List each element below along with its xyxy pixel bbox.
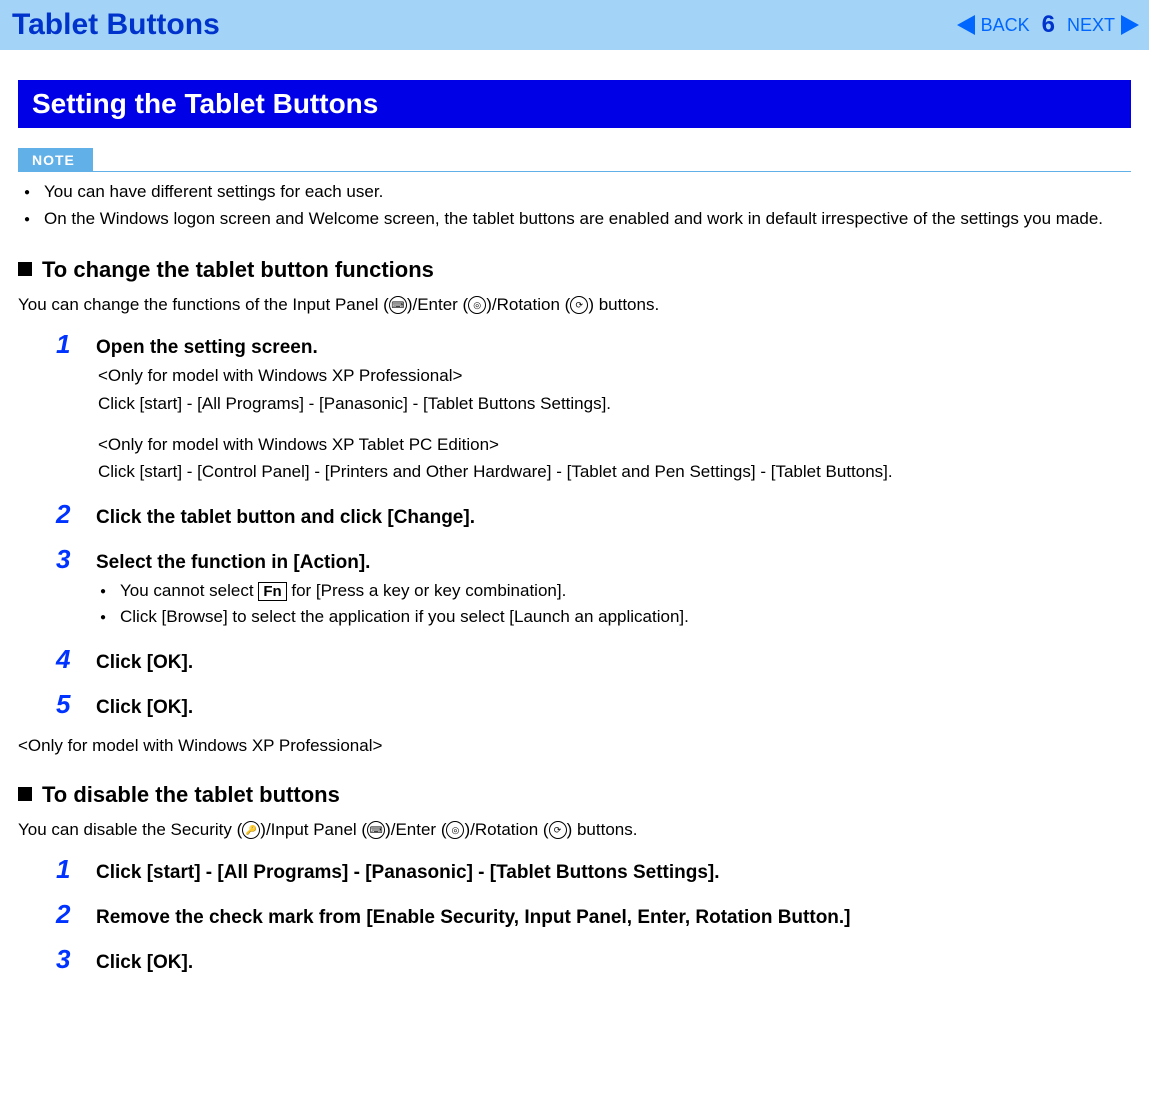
text: You cannot select — [120, 581, 258, 600]
header-bar: Tablet Buttons BACK 6 NEXT — [0, 0, 1149, 50]
page-title: Tablet Buttons — [12, 8, 220, 42]
back-button[interactable]: BACK — [981, 15, 1030, 36]
note-item: You can have different settings for each… — [44, 180, 1131, 205]
step: 1 Open the setting screen. <Only for mod… — [56, 329, 1131, 485]
rotation-icon: ⟳ — [549, 821, 567, 839]
step: 4 Click [OK]. — [56, 644, 1131, 675]
step-number: 4 — [56, 644, 78, 675]
note-item: On the Windows logon screen and Welcome … — [44, 207, 1131, 232]
text: Click [start] - [All Programs] - [Panaso… — [98, 392, 1131, 417]
step-number: 2 — [56, 499, 78, 530]
enter-icon: ◎ — [468, 296, 486, 314]
step-body: You cannot select Fn for [Press a key or… — [98, 579, 1131, 630]
next-button[interactable]: NEXT — [1067, 15, 1115, 36]
section-heading: Setting the Tablet Buttons — [18, 80, 1131, 128]
nav-group: BACK 6 NEXT — [957, 11, 1139, 39]
step-title: Click [start] - [All Programs] - [Panaso… — [96, 862, 720, 884]
step-number: 1 — [56, 329, 78, 360]
step-number: 3 — [56, 544, 78, 575]
page-number: 6 — [1042, 11, 1055, 39]
arrow-left-icon[interactable] — [957, 15, 975, 35]
only-xp-pro-note: <Only for model with Windows XP Professi… — [18, 736, 1131, 756]
arrow-right-icon[interactable] — [1121, 15, 1139, 35]
text: ) buttons. — [588, 295, 659, 314]
step: 3 Click [OK]. — [56, 944, 1131, 975]
note-rule — [18, 171, 1131, 172]
step-body: <Only for model with Windows XP Professi… — [98, 364, 1131, 485]
text: )/Input Panel ( — [260, 820, 367, 839]
step-number: 5 — [56, 689, 78, 720]
square-bullet-icon — [18, 262, 32, 276]
text: <Only for model with Windows XP Tablet P… — [98, 433, 1131, 458]
text: for [Press a key or key combination]. — [287, 581, 567, 600]
text: )/Enter ( — [407, 295, 468, 314]
step-title: Click [OK]. — [96, 652, 193, 674]
subheading-change: To change the tablet button functions — [18, 257, 1131, 283]
step: 1 Click [start] - [All Programs] - [Pana… — [56, 854, 1131, 885]
security-icon: 🔑 — [242, 821, 260, 839]
disable-intro: You can disable the Security (🔑)/Input P… — [18, 820, 1131, 840]
step: 5 Click [OK]. — [56, 689, 1131, 720]
step-title: Click the tablet button and click [Chang… — [96, 507, 475, 529]
step-title: Click [OK]. — [96, 697, 193, 719]
step-title: Click [OK]. — [96, 952, 193, 974]
text: )/Enter ( — [385, 820, 446, 839]
text: Click [start] - [Control Panel] - [Print… — [98, 460, 1131, 485]
step-title: Remove the check mark from [Enable Secur… — [96, 907, 851, 929]
subheading-text: To change the tablet button functions — [42, 257, 434, 282]
step-number: 1 — [56, 854, 78, 885]
content: Setting the Tablet Buttons NOTE You can … — [0, 80, 1149, 1019]
subheading-disable: To disable the tablet buttons — [18, 782, 1131, 808]
bullet-item: Click [Browse] to select the application… — [120, 605, 1131, 630]
step: 3 Select the function in [Action]. You c… — [56, 544, 1131, 630]
step-title: Open the setting screen. — [96, 337, 318, 359]
fn-key-icon: Fn — [258, 582, 286, 601]
text: You can change the functions of the Inpu… — [18, 295, 389, 314]
disable-steps: 1 Click [start] - [All Programs] - [Pana… — [56, 854, 1131, 975]
bullet-item: You cannot select Fn for [Press a key or… — [120, 579, 1131, 604]
text: ) buttons. — [567, 820, 638, 839]
rotation-icon: ⟳ — [570, 296, 588, 314]
step: 2 Click the tablet button and click [Cha… — [56, 499, 1131, 530]
change-steps: 1 Open the setting screen. <Only for mod… — [56, 329, 1131, 720]
text: )/Rotation ( — [486, 295, 570, 314]
text: You can disable the Security ( — [18, 820, 242, 839]
step-number: 3 — [56, 944, 78, 975]
note-list: You can have different settings for each… — [18, 180, 1131, 231]
input-panel-icon: ⌨ — [389, 296, 407, 314]
change-intro: You can change the functions of the Inpu… — [18, 295, 1131, 315]
note-block: NOTE You can have different settings for… — [18, 148, 1131, 231]
enter-icon: ◎ — [446, 821, 464, 839]
square-bullet-icon — [18, 787, 32, 801]
input-panel-icon: ⌨ — [367, 821, 385, 839]
step-title: Select the function in [Action]. — [96, 552, 370, 574]
subheading-text: To disable the tablet buttons — [42, 782, 340, 807]
text: <Only for model with Windows XP Professi… — [98, 364, 1131, 389]
text: )/Rotation ( — [464, 820, 548, 839]
step-number: 2 — [56, 899, 78, 930]
step: 2 Remove the check mark from [Enable Sec… — [56, 899, 1131, 930]
note-label: NOTE — [18, 148, 93, 172]
